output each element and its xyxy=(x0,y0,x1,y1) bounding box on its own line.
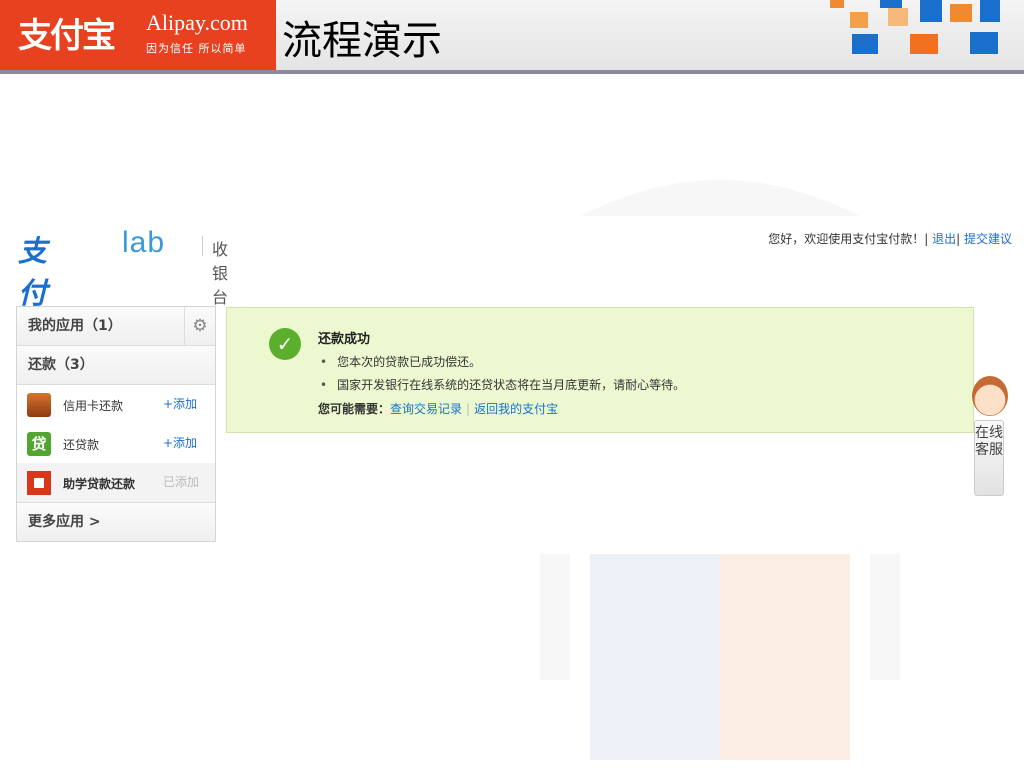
top-links: 您好，欢迎使用支付宝付款！| 退出| 提交建议 xyxy=(768,232,1012,246)
checkmark-icon: ✓ xyxy=(269,328,301,360)
my-apps-header[interactable]: 我的应用（1） ⚙ xyxy=(17,307,215,346)
app-name: 助学贷款还款 xyxy=(63,477,136,491)
success-title: 还款成功 xyxy=(318,332,371,347)
success-message: 您本次的贷款已成功偿还。 xyxy=(320,353,481,370)
student-loan-icon xyxy=(27,471,51,495)
slide-header: 支付宝 Alipay.com 因为信任 所以简单 流程演示 xyxy=(0,0,1024,72)
alipay-logo: 支付宝 Alipay.com 因为信任 所以简单 xyxy=(0,0,276,70)
cashier-label: 收银台 xyxy=(212,240,229,307)
online-service-button[interactable]: 在线客服 xyxy=(974,420,1004,496)
logo-slogan: 因为信任 所以简单 xyxy=(146,42,247,55)
decorative-squares xyxy=(820,0,1024,70)
repay-label: 还款（3） xyxy=(28,357,94,373)
app-item-loan[interactable]: 贷 还贷款 +添加 xyxy=(17,424,215,463)
header-divider xyxy=(0,70,1024,74)
added-status: 已添加 xyxy=(163,475,200,489)
success-panel: ✓ 还款成功 您本次的贷款已成功偿还。 国家开发银行在线系统的还贷状态将在当月底… xyxy=(226,307,974,433)
query-transactions-link[interactable]: 查询交易记录 xyxy=(390,402,462,416)
logo-english: Alipay.com xyxy=(146,10,248,35)
brand-divider xyxy=(202,236,203,256)
suggested-actions: 您可能需要：查询交易记录 | 返回我的支付宝 xyxy=(318,402,559,416)
greeting-text: 您好，欢迎使用支付宝付款！ xyxy=(768,232,925,246)
feedback-link[interactable]: 提交建议 xyxy=(964,232,1012,246)
return-to-alipay-link[interactable]: 返回我的支付宝 xyxy=(474,402,558,416)
service-avatar xyxy=(972,376,1008,416)
suggestion-label: 您可能需要： xyxy=(318,402,391,416)
logout-link[interactable]: 退出 xyxy=(932,232,956,246)
my-apps-label: 我的应用（1） xyxy=(28,318,122,334)
lab-logo: lab xyxy=(122,226,166,259)
logo-chinese: 支付宝 xyxy=(18,16,116,56)
add-app-link[interactable]: +添加 xyxy=(163,395,197,412)
more-apps-label: 更多应用 > xyxy=(28,514,101,530)
app-item-student-loan[interactable]: 助学贷款还款 已添加 xyxy=(17,463,215,502)
gear-icon[interactable]: ⚙ xyxy=(184,307,215,345)
repay-section-header: 还款（3） xyxy=(17,346,215,385)
app-name: 信用卡还款 xyxy=(63,399,124,413)
app-item-credit-card[interactable]: 信用卡还款 +添加 xyxy=(17,385,215,424)
loan-icon: 贷 xyxy=(27,432,51,456)
online-service-widget[interactable]: 在线客服 xyxy=(970,376,1010,498)
app-name: 还贷款 xyxy=(63,438,100,452)
app-sidebar: 我的应用（1） ⚙ 还款（3） 信用卡还款 +添加 贷 还贷款 +添加 助学贷款… xyxy=(16,306,216,542)
cashier-page: 支付宝 lab 收银台 您好，欢迎使用支付宝付款！| 退出| 提交建议 我的应用… xyxy=(0,216,1024,554)
credit-card-icon xyxy=(27,393,51,417)
more-apps-link[interactable]: 更多应用 > xyxy=(17,502,215,541)
add-app-link[interactable]: +添加 xyxy=(163,434,197,451)
status-update-message: 国家开发银行在线系统的还贷状态将在当月底更新，请耐心等待。 xyxy=(320,376,685,393)
slide-title: 流程演示 xyxy=(282,18,442,64)
